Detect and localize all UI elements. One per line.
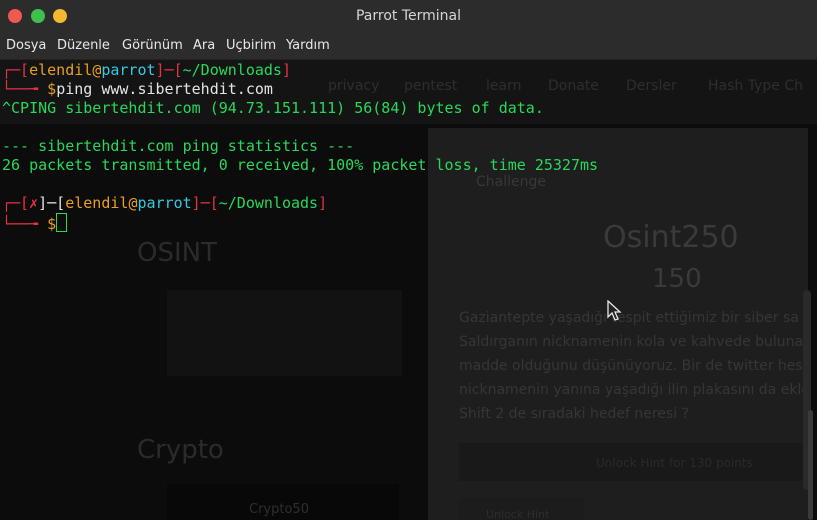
bg-challenge-tab: Challenge	[476, 174, 546, 190]
prompt-line-2: ┌─[✗]─[elendil@parrot]─[~/Downloads]	[2, 194, 328, 212]
bg-bookmark: learn	[486, 78, 522, 94]
mouse-pointer-icon	[607, 300, 622, 321]
menu-yardim[interactable]: Yardım	[286, 38, 330, 53]
output-line: 26 packets transmitted, 0 received, 100%…	[2, 156, 599, 174]
bg-crypto-card-label: Crypto50	[249, 502, 309, 517]
bg-description-line: Shift 2 de sıradaki hedef neresi ?	[459, 406, 689, 422]
command-text: ping www.sibertehdit.com	[56, 80, 273, 98]
menu-ucbirim[interactable]: Uçbirim	[226, 38, 276, 53]
title-bar: Parrot Terminal	[0, 0, 817, 33]
error-x-icon: ✗	[29, 194, 39, 212]
output-line: --- sibertehdit.com ping statistics ---	[2, 137, 355, 155]
menu-dosya[interactable]: Dosya	[6, 38, 46, 53]
terminal-scrollbar[interactable]	[808, 410, 813, 520]
bg-challenge-name: Osint250	[603, 220, 739, 255]
terminal-area[interactable]: privacy pentest learn Donate Dersler Has…	[0, 60, 817, 520]
bg-description-line: Gaziantepte yaşadığı tespit ettiğimiz bi…	[459, 310, 799, 326]
prompt-line-1: ┌─[elendil@parrot]─[~/Downloads]	[2, 61, 291, 79]
bg-description-line: Saldırganın nicknamenin kola ve kahvede …	[459, 334, 813, 350]
menu-bar: Dosya Düzenle Görünüm Ara Uçbirim Yardım	[0, 33, 817, 60]
bg-bookmark: Hash Type Ch	[708, 78, 803, 94]
text-cursor	[56, 213, 68, 232]
bg-bookmark: pentest	[404, 78, 458, 94]
menu-gorunum[interactable]: Görünüm	[122, 38, 183, 53]
menu-ara[interactable]: Ara	[193, 38, 215, 53]
bg-category-osint: OSINT	[137, 238, 217, 268]
bg-challenge-points: 150	[652, 264, 702, 294]
bg-bookmark: Donate	[548, 78, 599, 94]
command-line-1: └──╼ $ping www.sibertehdit.com	[2, 80, 273, 98]
bg-unlock-label: Unlock Hint for 130 points	[596, 456, 753, 470]
bg-description-line: madde olduğunu düşünüyoruz. Bir de twitt…	[459, 358, 808, 374]
bg-osint-card	[167, 290, 402, 376]
bg-bookmark: Dersler	[626, 78, 677, 94]
command-line-2[interactable]: └──╼ $	[2, 213, 68, 234]
bg-bookmark: privacy	[328, 78, 380, 94]
bg-category-crypto: Crypto	[137, 435, 224, 465]
output-line: ^CPING sibertehdit.com (94.73.151.111) 5…	[2, 99, 544, 117]
menu-duzenle[interactable]: Düzenle	[57, 38, 110, 53]
bg-hint-label: Unlock Hint	[486, 508, 550, 520]
window-title: Parrot Terminal	[355, 8, 462, 24]
bg-description-line: nicknamenin yanına yaşadığı ilin plakası…	[459, 382, 810, 398]
